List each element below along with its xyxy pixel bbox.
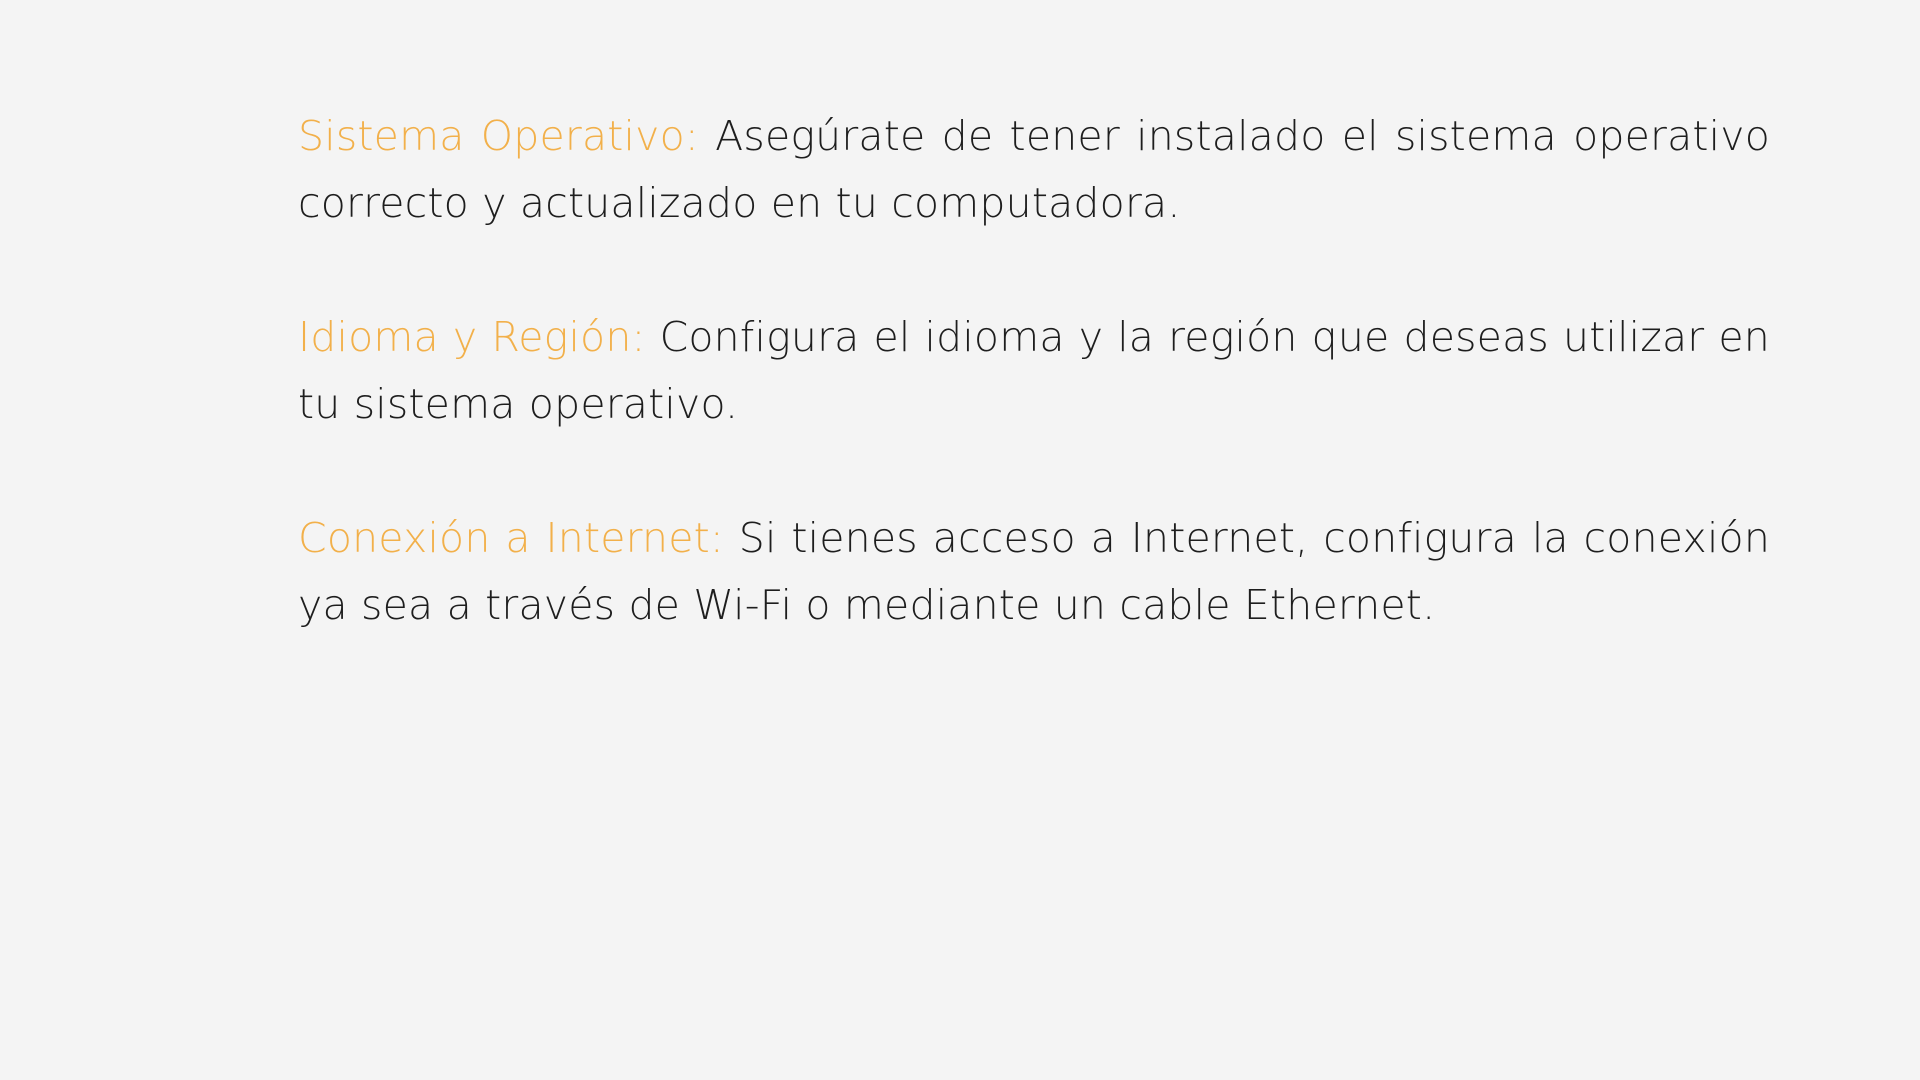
item-term: Sistema Operativo: (298, 112, 699, 160)
list-item-language-region: Idioma y Región: Configura el idioma y l… (298, 304, 1770, 438)
requirements-list: Sistema Operativo: Asegúrate de tener in… (298, 103, 1770, 706)
list-item-operating-system: Sistema Operativo: Asegúrate de tener in… (298, 103, 1770, 237)
list-item-internet-connection: Conexión a Internet: Si tienes acceso a … (298, 505, 1770, 639)
slide-canvas: Sistema Operativo: Asegúrate de tener in… (0, 0, 1920, 1080)
item-term: Idioma y Región: (298, 313, 646, 361)
item-term: Conexión a Internet: (298, 514, 724, 562)
